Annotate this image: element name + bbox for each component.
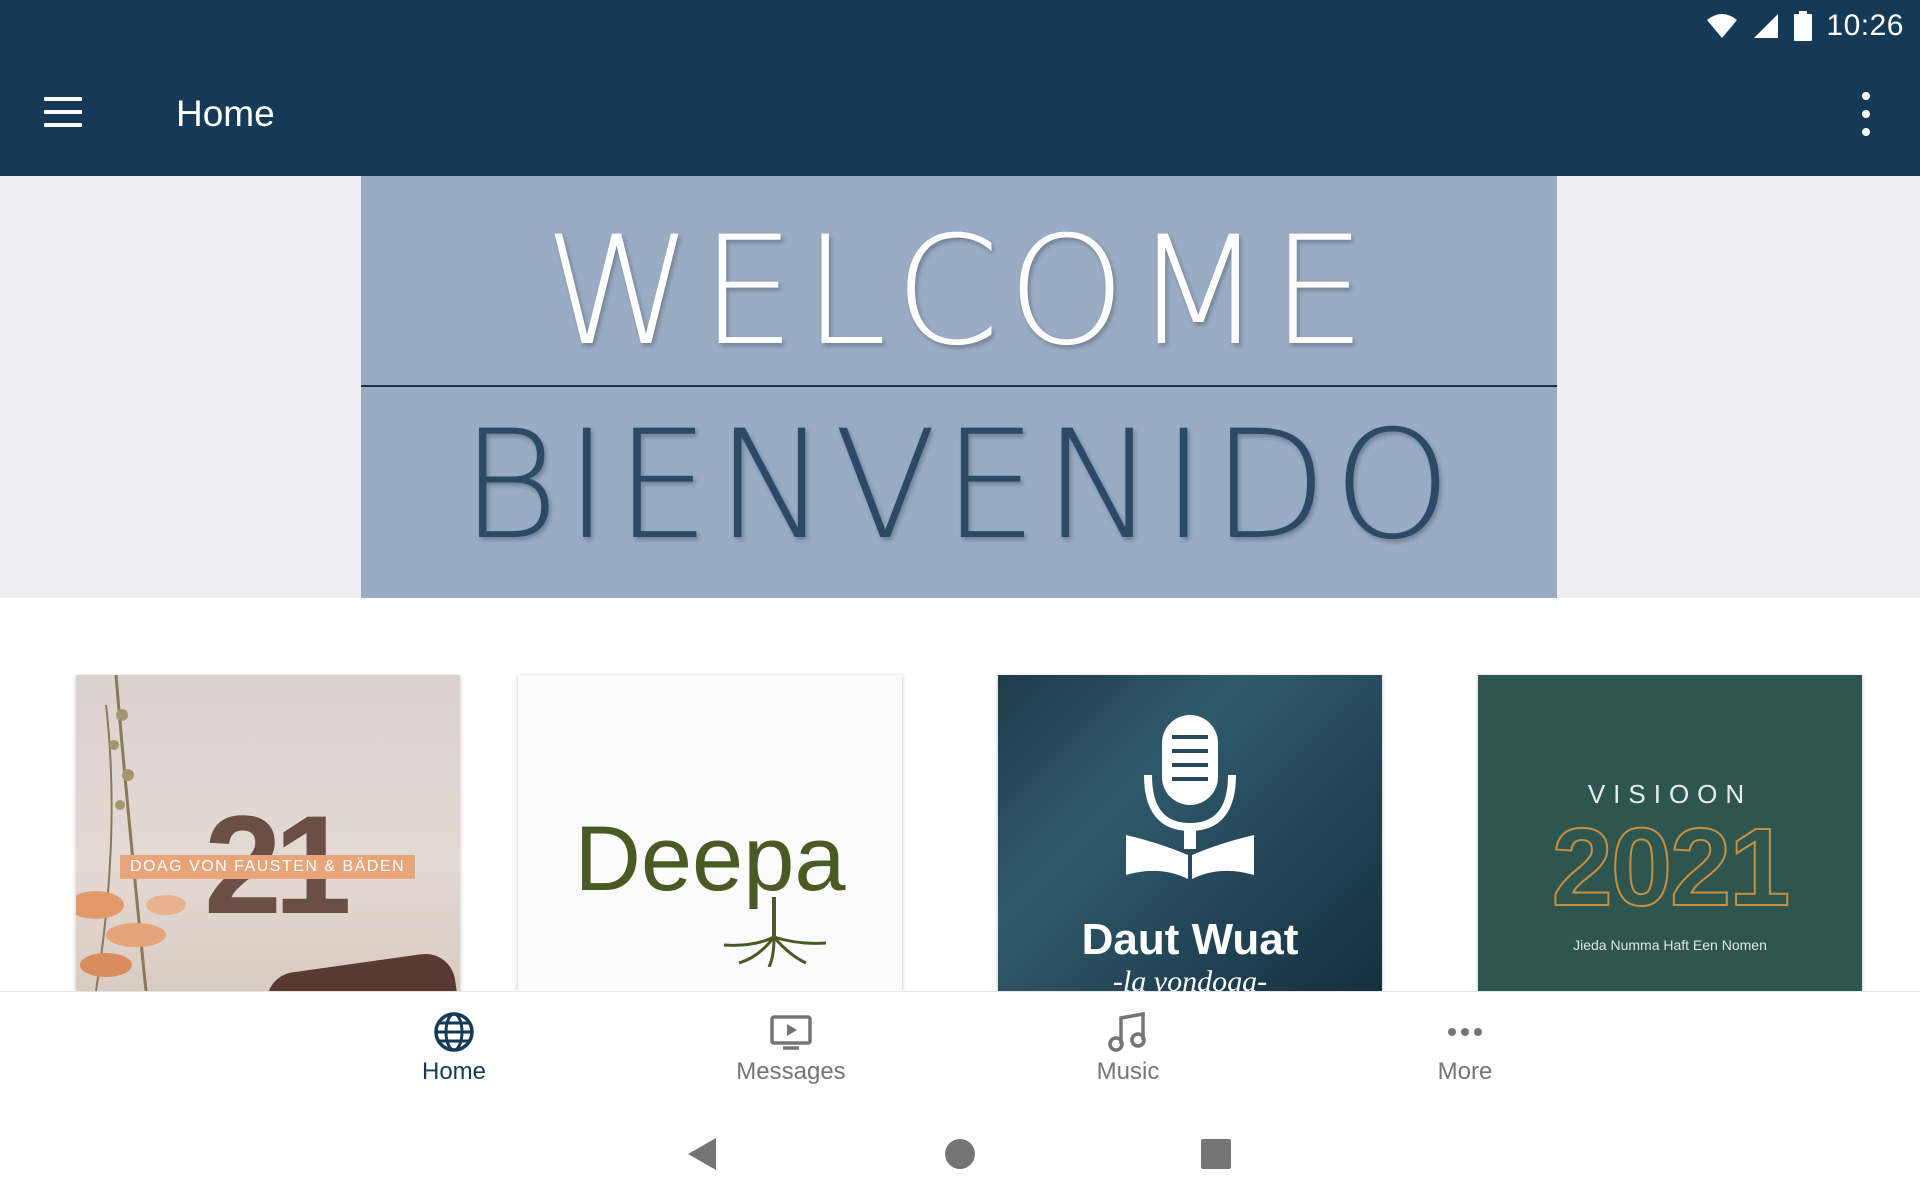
- back-icon[interactable]: [682, 1134, 722, 1174]
- welcome-heading: WELCOME: [544, 205, 1374, 379]
- nav-messages[interactable]: Messages: [691, 1010, 891, 1098]
- card-days-of-fasting[interactable]: 21 DOAG VON FAUSTEN & BÄDEN: [76, 675, 460, 991]
- banner-divider: [361, 385, 1557, 387]
- card-vision-2021[interactable]: VISIOON 2021 Jieda Numma Haft Een Nomen: [1478, 675, 1862, 991]
- battery-icon: [1794, 11, 1813, 41]
- card-deepa[interactable]: Deepa: [518, 675, 902, 991]
- nav-music-label: Music: [1096, 1058, 1160, 1085]
- status-bar: 10:26: [1706, 4, 1904, 48]
- hamburger-icon: [44, 97, 82, 101]
- music-note-icon: [1108, 1011, 1146, 1052]
- card-subtitle: Jieda Numma Haft Een Nomen: [1573, 937, 1767, 953]
- more-horizontal-icon: [1448, 1028, 1482, 1036]
- more-vertical-icon-dot: [1862, 110, 1870, 118]
- book-image: [262, 950, 460, 991]
- bottom-navigation: Home Messages Music More: [0, 991, 1920, 1100]
- page-title: Home: [176, 93, 275, 134]
- hamburger-icon-bar: [44, 123, 82, 127]
- card-title: Daut Wuat: [1081, 915, 1299, 964]
- system-navigation-bar: [0, 1100, 1920, 1200]
- nav-more[interactable]: More: [1365, 1010, 1565, 1098]
- menu-button[interactable]: [44, 88, 100, 136]
- more-vertical-icon-dot: [1862, 128, 1870, 136]
- overflow-menu-button[interactable]: [1856, 92, 1876, 136]
- recents-icon[interactable]: [1196, 1134, 1236, 1174]
- card-subtitle: -la vondoga-: [1112, 965, 1268, 991]
- hero-section: WELCOME BIENVENIDO: [0, 176, 1920, 598]
- more-vertical-icon: [1862, 92, 1870, 100]
- nav-music[interactable]: Music: [1028, 1010, 1228, 1098]
- wifi-icon: [1707, 14, 1738, 38]
- status-time: 10:26: [1826, 9, 1904, 42]
- hamburger-icon-bar: [44, 110, 82, 114]
- globe-icon: [434, 1012, 474, 1052]
- nav-more-label: More: [1437, 1058, 1493, 1085]
- tv-play-icon: [770, 1015, 812, 1050]
- welcome-banner[interactable]: WELCOME BIENVENIDO: [361, 176, 1557, 598]
- nav-messages-label: Messages: [736, 1058, 846, 1085]
- card-title: Deepa: [574, 808, 846, 910]
- card-daut-wuat[interactable]: Daut Wuat -la vondoga-: [998, 675, 1382, 991]
- dried-flowers-image: [76, 675, 186, 991]
- nav-home[interactable]: Home: [354, 1010, 554, 1098]
- nav-home-label: Home: [421, 1058, 487, 1085]
- cell-signal-icon: [1754, 14, 1779, 38]
- card-year: 2021: [1551, 806, 1792, 929]
- bienvenido-heading: BIENVENIDO: [460, 399, 1458, 573]
- app-bar: 10:26 Home: [0, 0, 1920, 176]
- card-tag: DOAG VON FAUSTEN & BÄDEN: [120, 855, 416, 879]
- home-circle-icon[interactable]: [940, 1134, 980, 1174]
- roots-icon: [723, 897, 827, 967]
- microphone-book-icon: [1126, 715, 1254, 879]
